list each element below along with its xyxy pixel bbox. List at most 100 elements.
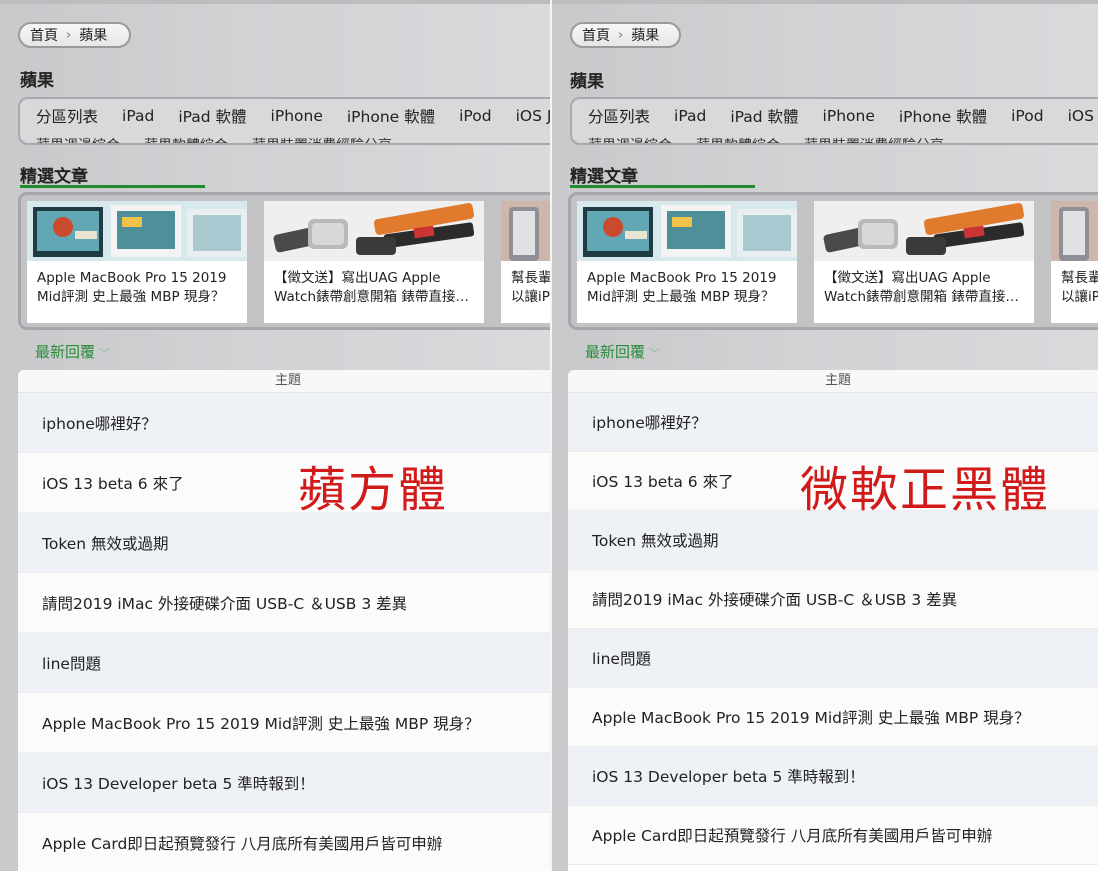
- category-ipod[interactable]: iPod: [1011, 107, 1043, 125]
- category-ipad-software[interactable]: iPad 軟體: [178, 105, 246, 127]
- category-ipad[interactable]: iPad: [674, 107, 706, 125]
- topic-row[interactable]: Apple Card即日起預覽發行 八月底所有美國用戶皆可申辦: [18, 813, 550, 871]
- category-forum-list[interactable]: 分區列表: [36, 105, 98, 127]
- featured-underline: [20, 185, 205, 188]
- latest-replies-label: 最新回覆: [585, 343, 646, 361]
- watch-band-thumbnail-image: [264, 201, 484, 261]
- category-ios-jailbreak[interactable]: iOS J: [1068, 107, 1098, 125]
- category-iphone[interactable]: iPhone: [823, 107, 875, 125]
- macbook-thumbnail-image: [577, 201, 797, 261]
- macbook-thumbnail-image: [27, 201, 247, 261]
- featured-underline: [570, 185, 755, 188]
- category-ipod[interactable]: iPod: [459, 107, 491, 125]
- featured-card[interactable]: 幫長輩 以讓iP: [501, 201, 550, 323]
- topic-row[interactable]: 請問2019 iMac 外接硬碟介面 USB-C ＆USB 3 差異: [568, 570, 1098, 629]
- font-label-overlay: 微軟正黑體: [800, 462, 1051, 518]
- chevron-right-icon: ›: [66, 27, 72, 43]
- featured-card[interactable]: Apple MacBook Pro 15 2019 Mid評測 史上最強 MBP…: [27, 201, 247, 323]
- breadcrumb: 首頁 › 蘋果: [18, 22, 131, 48]
- topic-table: 主題 iphone哪裡好？ iOS 13 beta 6 來了 Token 無效或…: [18, 370, 550, 871]
- font-label-overlay: 蘋方體: [298, 462, 449, 518]
- featured-card[interactable]: Apple MacBook Pro 15 2019 Mid評測 史上最強 MBP…: [577, 201, 797, 323]
- featured-card[interactable]: 【徵文送】寫出UAG Apple Watch錶帶創意開箱 錶帶直接…: [814, 201, 1034, 323]
- topic-row[interactable]: Apple MacBook Pro 15 2019 Mid評測 史上最強 MBP…: [18, 693, 550, 753]
- topic-row[interactable]: Token 無效或過期: [18, 513, 550, 573]
- watch-band-thumbnail-image: [814, 201, 1034, 261]
- category-accessories[interactable]: 蘋果週邊綜合: [36, 135, 120, 143]
- card-caption-line2: 以讓iP: [1061, 289, 1098, 305]
- breadcrumb-current: 蘋果: [631, 28, 660, 44]
- card-caption-line2: Watch錶帶創意開箱 錶帶直接…: [824, 289, 1019, 305]
- card-caption: 【徵文送】寫出UAG Apple Watch錶帶創意開箱 錶帶直接…: [264, 261, 484, 307]
- category-iphone-software[interactable]: iPhone 軟體: [899, 105, 987, 127]
- featured-card[interactable]: 幫長輩 以讓iP: [1051, 201, 1098, 323]
- featured-articles-title: 精選文章: [20, 167, 88, 187]
- category-experience[interactable]: 蘋果裝置消費經驗分享: [252, 135, 392, 143]
- topic-row[interactable]: iOS 13 Developer beta 5 準時報到！: [568, 747, 1098, 806]
- card-caption-line1: Apple MacBook Pro 15 2019: [37, 270, 227, 286]
- topic-row[interactable]: iphone哪裡好？: [568, 393, 1098, 452]
- article-thumbnail: [264, 201, 484, 261]
- category-row: 分區列表 iPad iPad 軟體 iPhone iPhone 軟體 iPod …: [20, 99, 550, 133]
- article-thumbnail: [814, 201, 1034, 261]
- breadcrumb-home-link[interactable]: 首頁: [582, 25, 610, 45]
- page-title: 蘋果: [570, 72, 604, 92]
- topic-table: 主題 iphone哪裡好？ iOS 13 beta 6 來了 Token 無效或…: [568, 370, 1098, 871]
- category-ipad-software[interactable]: iPad 軟體: [730, 105, 798, 127]
- right-screenshot-panel: 首頁 › 蘋果 蘋果 分區列表 iPad iPad 軟體 iPhone iPho…: [550, 0, 1098, 871]
- article-thumbnail: [1051, 201, 1098, 261]
- topic-row[interactable]: 請問2019 iMac 外接硬碟介面 USB-C ＆USB 3 差異: [18, 573, 550, 633]
- article-thumbnail: [501, 201, 550, 261]
- card-caption-line2: Watch錶帶創意開箱 錶帶直接…: [274, 289, 469, 305]
- topic-row[interactable]: iphone哪裡好？: [18, 393, 550, 453]
- topic-row[interactable]: iOS 13 Developer beta 5 準時報到！: [18, 753, 550, 813]
- topic-row[interactable]: iOS 13 beta 6 來了: [18, 453, 550, 513]
- card-caption: 【徵文送】寫出UAG Apple Watch錶帶創意開箱 錶帶直接…: [814, 261, 1034, 307]
- category-bar: 分區列表 iPad iPad 軟體 iPhone iPhone 軟體 iPod …: [570, 97, 1098, 145]
- topic-row[interactable]: Apple MacBook Pro 15 2019 Mid評測 史上最強 MBP…: [568, 688, 1098, 747]
- category-iphone-software[interactable]: iPhone 軟體: [347, 105, 435, 127]
- left-screenshot-panel: 首頁 › 蘋果 蘋果 分區列表 iPad iPad 軟體 iPhone iPho…: [0, 0, 550, 871]
- featured-cards-carousel: Apple MacBook Pro 15 2019 Mid評測 史上最強 MBP…: [18, 192, 550, 330]
- chevron-down-icon: ﹀: [649, 347, 661, 360]
- category-experience[interactable]: 蘋果裝置消費經驗分享: [804, 135, 944, 143]
- card-caption-line1: Apple MacBook Pro 15 2019: [587, 270, 777, 286]
- card-caption: Apple MacBook Pro 15 2019 Mid評測 史上最強 MBP…: [27, 261, 247, 307]
- card-caption-line1: 【徵文送】寫出UAG Apple: [274, 270, 441, 286]
- breadcrumb: 首頁 › 蘋果: [570, 22, 681, 48]
- category-row-second: 蘋果週邊綜合 蘋果軟體綜合 蘋果裝置消費經驗分享: [572, 135, 1098, 143]
- latest-replies-dropdown[interactable]: 最新回覆 ﹀: [35, 341, 110, 362]
- breadcrumb-home-link[interactable]: 首頁: [30, 25, 58, 45]
- card-caption: 幫長輩 以讓iP: [501, 261, 550, 307]
- topic-row[interactable]: line問題: [18, 633, 550, 693]
- category-iphone[interactable]: iPhone: [271, 107, 323, 125]
- category-row: 分區列表 iPad iPad 軟體 iPhone iPhone 軟體 iPod …: [572, 99, 1098, 133]
- category-ios-jailbreak[interactable]: iOS J: [516, 107, 550, 125]
- window-frame: [552, 0, 1098, 4]
- card-caption: 幫長輩 以讓iP: [1051, 261, 1098, 307]
- latest-replies-dropdown[interactable]: 最新回覆 ﹀: [585, 341, 660, 362]
- category-software[interactable]: 蘋果軟體綜合: [144, 135, 228, 143]
- chevron-down-icon: ﹀: [99, 347, 111, 360]
- card-caption-line2: Mid評測 史上最強 MBP 現身？: [587, 289, 775, 305]
- topic-row[interactable]: line問題: [568, 629, 1098, 688]
- category-ipad[interactable]: iPad: [122, 107, 154, 125]
- table-header-topic: 主題: [568, 370, 1098, 393]
- featured-card[interactable]: 【徵文送】寫出UAG Apple Watch錶帶創意開箱 錶帶直接…: [264, 201, 484, 323]
- category-software[interactable]: 蘋果軟體綜合: [696, 135, 780, 143]
- category-row-second: 蘋果週邊綜合 蘋果軟體綜合 蘋果裝置消費經驗分享: [20, 135, 550, 143]
- window-frame: [0, 0, 550, 4]
- category-forum-list[interactable]: 分區列表: [588, 105, 650, 127]
- article-thumbnail: [27, 201, 247, 261]
- category-accessories[interactable]: 蘋果週邊綜合: [588, 135, 672, 143]
- card-caption-line1: 【徵文送】寫出UAG Apple: [824, 270, 991, 286]
- featured-articles-title: 精選文章: [570, 167, 638, 187]
- phone-thumbnail-image: [501, 201, 550, 261]
- featured-cards-carousel: Apple MacBook Pro 15 2019 Mid評測 史上最強 MBP…: [568, 192, 1098, 330]
- phone-thumbnail-image: [1051, 201, 1098, 261]
- card-caption-line1: 幫長輩: [1061, 270, 1098, 286]
- card-caption-line1: 幫長輩: [511, 270, 550, 286]
- topic-row[interactable]: Apple Card即日起預覽發行 八月底所有美國用戶皆可申辦: [568, 806, 1098, 865]
- card-caption-line2: Mid評測 史上最強 MBP 現身？: [37, 289, 225, 305]
- breadcrumb-current: 蘋果: [79, 28, 108, 44]
